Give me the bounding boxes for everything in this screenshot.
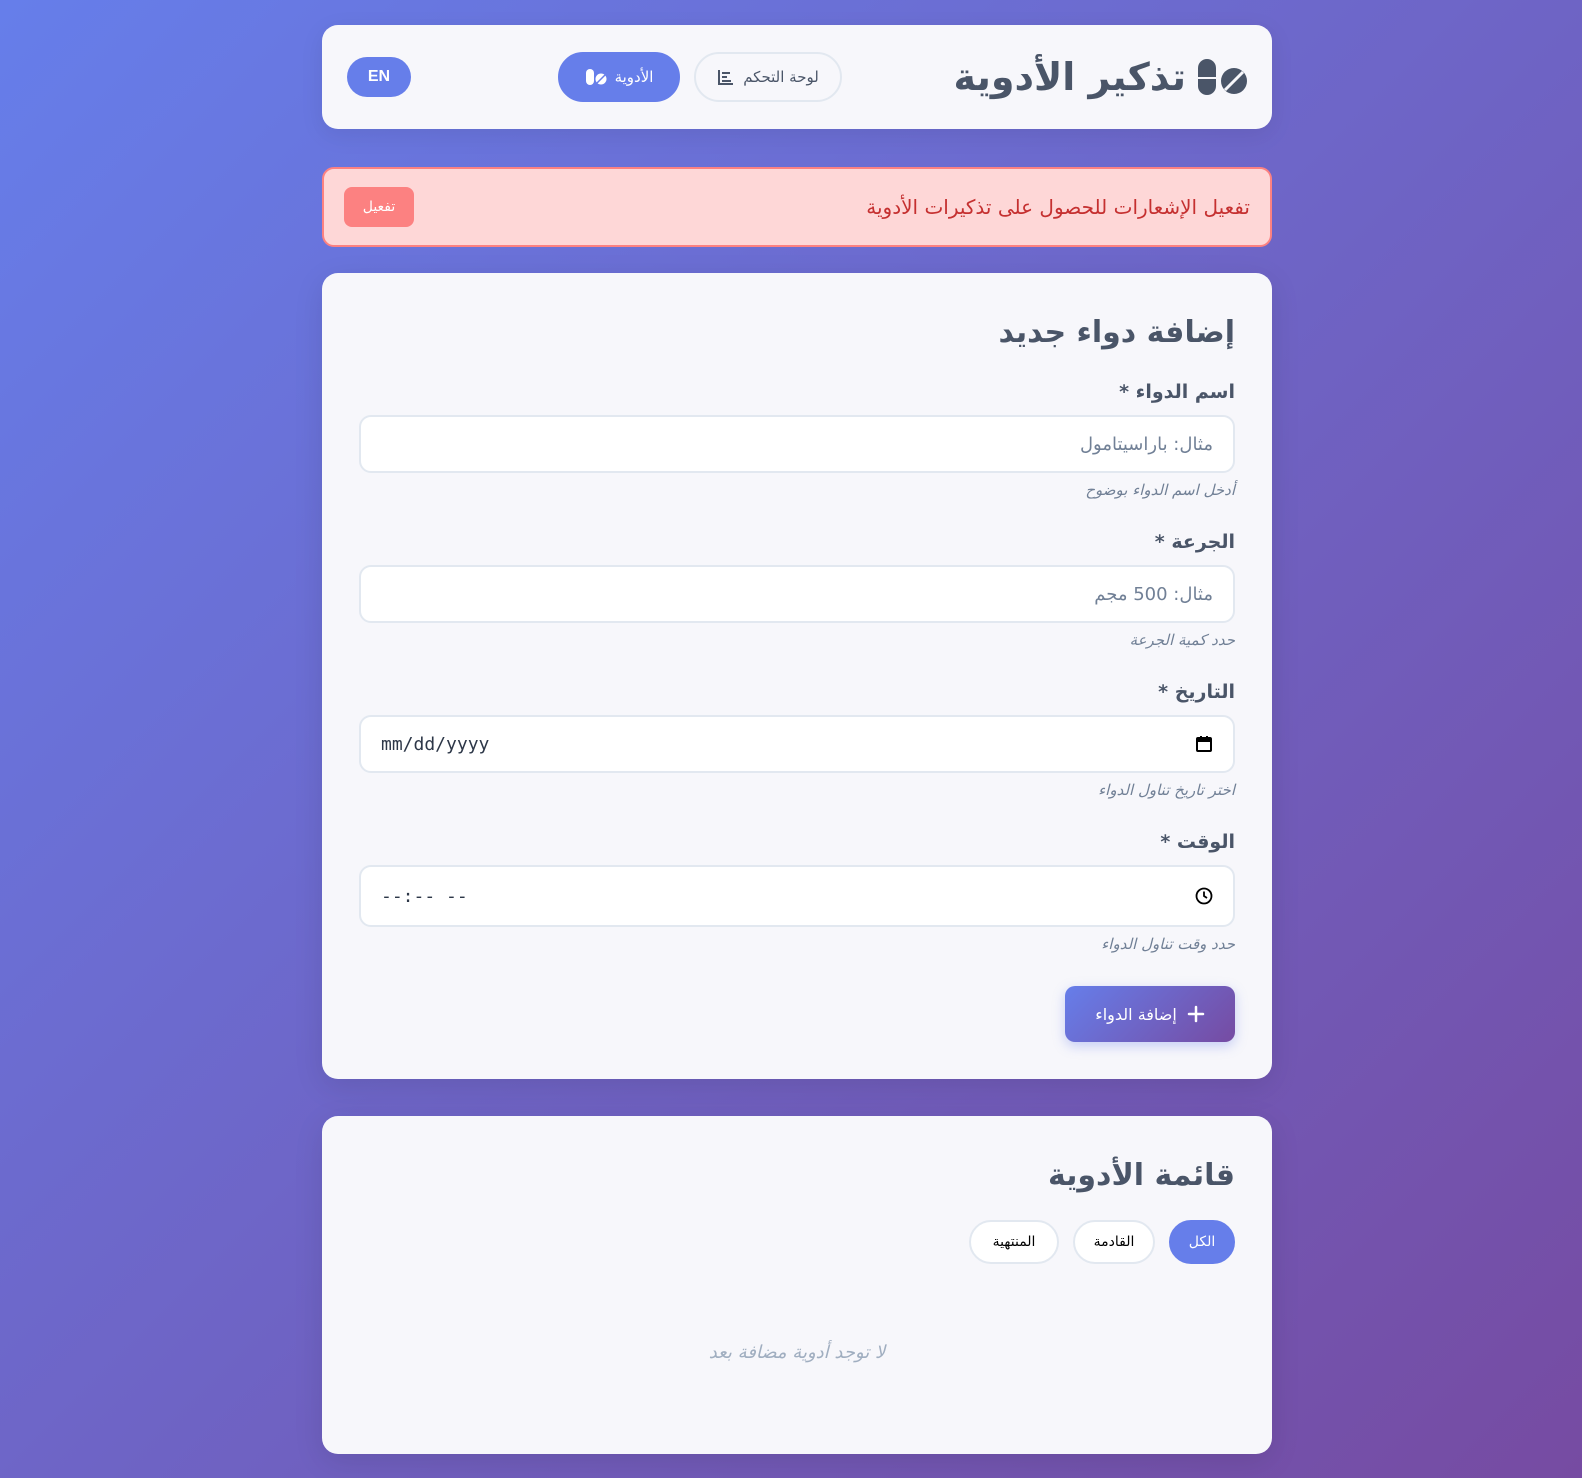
empty-list-message: لا توجد أدوية مضافة بعد [708, 1342, 886, 1363]
dosage-placeholder: مثال: 500 مجم [1094, 583, 1213, 605]
date-value: mm/dd/yyyy [381, 733, 490, 755]
time-value: --:-- -- [381, 885, 468, 907]
dosage-hint: حدد كمية الجرعة [1129, 631, 1235, 649]
filter-all-button[interactable]: الكل [1169, 1220, 1235, 1264]
add-medicine-button[interactable]: إضافة الدواء [1065, 986, 1235, 1042]
dosage-label: الجرعة * [1154, 531, 1235, 553]
date-label: التاريخ * [1158, 681, 1235, 703]
add-medicine-form: إضافة دواء جديد اسم الدواء * مثال: باراس… [322, 273, 1272, 1079]
clock-icon[interactable] [1195, 887, 1213, 905]
list-filters: الكل القادمة المنتهية [969, 1220, 1235, 1264]
medicine-name-input[interactable]: مثال: باراسيتامول [359, 415, 1235, 473]
pills-icon [1196, 57, 1248, 97]
nav-dashboard-button[interactable]: لوحة التحكم [694, 52, 842, 102]
nav-medicines-button[interactable]: الأدوية [558, 52, 680, 102]
filter-expired-button[interactable]: المنتهية [969, 1220, 1059, 1264]
list-title: قائمة الأدوية [1047, 1158, 1235, 1193]
add-medicine-label: إضافة الدواء [1095, 1004, 1177, 1024]
date-hint: اختر تاريخ تناول الدواء [1098, 781, 1235, 799]
notification-text: تفعيل الإشعارات للحصول على تذكيرات الأدو… [866, 195, 1250, 219]
medicine-name-label: اسم الدواء * [1119, 381, 1235, 403]
notification-banner: تفعيل الإشعارات للحصول على تذكيرات الأدو… [322, 167, 1272, 247]
language-toggle-button[interactable]: EN [347, 57, 411, 97]
medicine-name-placeholder: مثال: باراسيتامول [1079, 433, 1213, 455]
medicine-name-hint: أدخل اسم الدواء بوضوح [1085, 481, 1235, 499]
nav-dashboard-label: لوحة التحكم [743, 68, 819, 86]
dosage-input[interactable]: مثال: 500 مجم [359, 565, 1235, 623]
time-label: الوقت * [1160, 831, 1235, 853]
plus-icon [1187, 1005, 1205, 1023]
app-header: تذكير الأدوية لوحة التحكم الأدوية EN [322, 25, 1272, 129]
filter-upcoming-button[interactable]: القادمة [1073, 1220, 1155, 1264]
nav-medicines-label: الأدوية [614, 68, 654, 86]
date-input[interactable]: mm/dd/yyyy [359, 715, 1235, 773]
medicine-list: قائمة الأدوية الكل القادمة المنتهية لا ت… [322, 1116, 1272, 1454]
app-title: تذكير الأدوية [954, 55, 1248, 99]
form-title: إضافة دواء جديد [998, 315, 1235, 350]
main-nav: لوحة التحكم الأدوية [558, 52, 842, 102]
calendar-icon[interactable] [1195, 735, 1213, 753]
time-input[interactable]: --:-- -- [359, 865, 1235, 927]
enable-notifications-button[interactable]: تفعيل [344, 187, 414, 227]
time-hint: حدد وقت تناول الدواء [1101, 935, 1235, 953]
chart-icon [717, 68, 735, 86]
pills-icon [585, 68, 607, 86]
app-title-text: تذكير الأدوية [953, 55, 1186, 99]
